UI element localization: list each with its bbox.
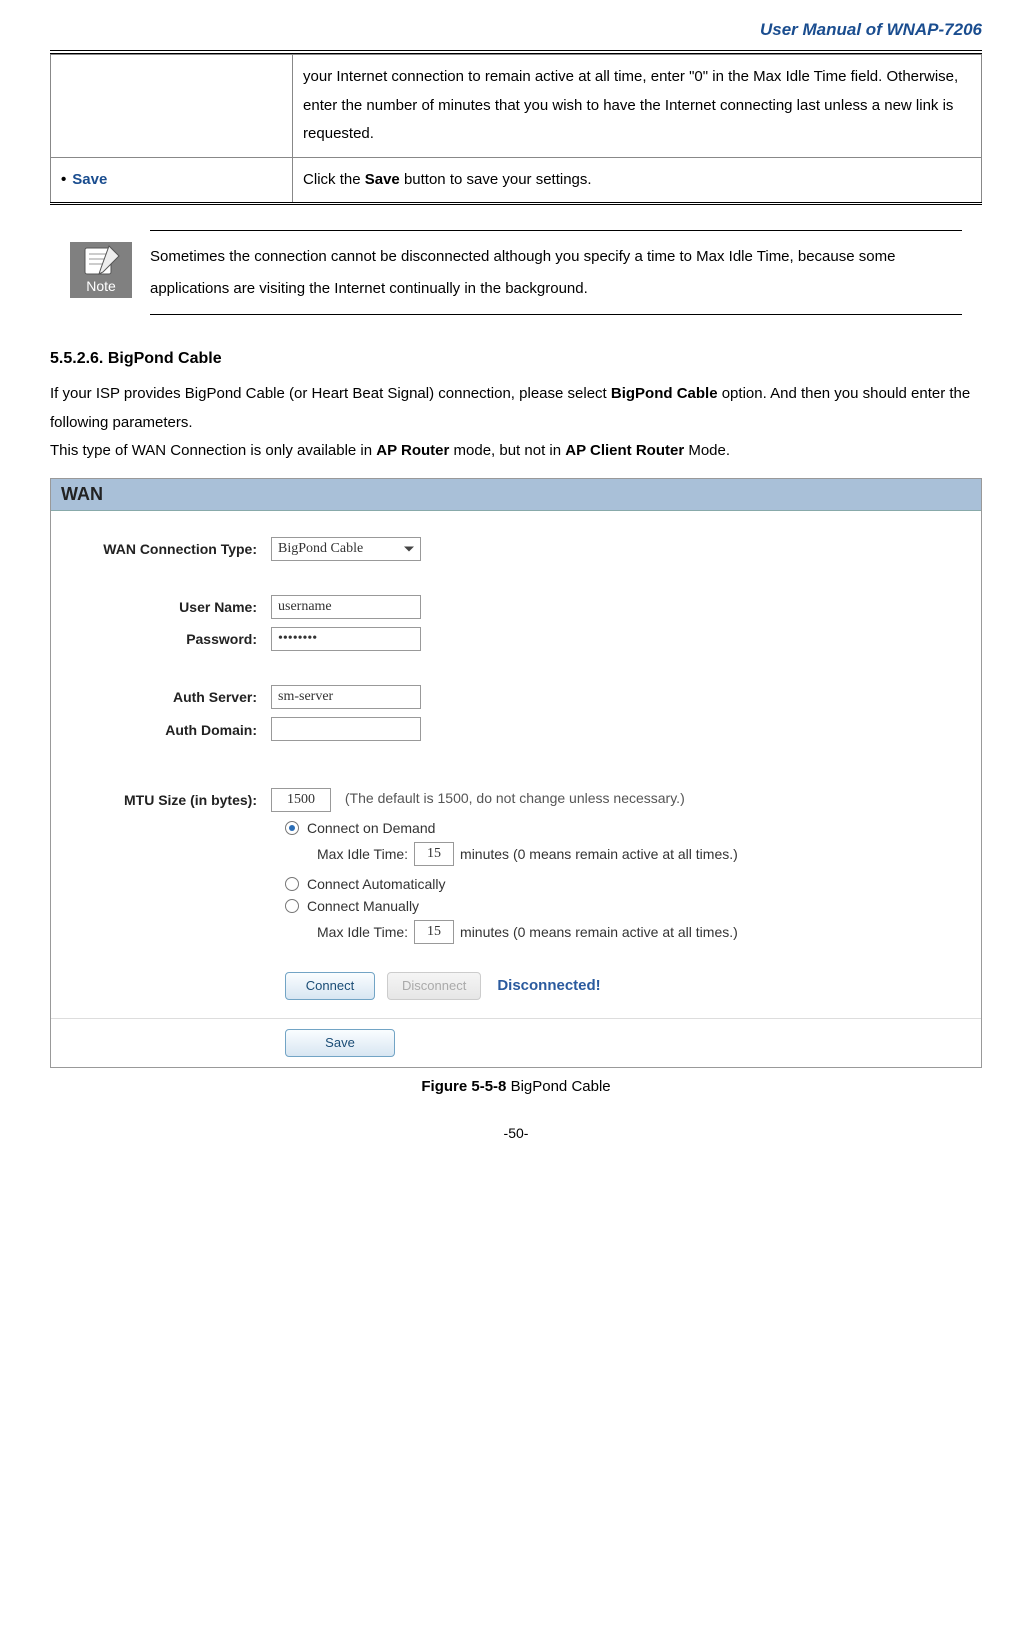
param-save-label: Save bbox=[72, 171, 107, 188]
wan-panel: WAN WAN Connection Type: BigPond Cable U… bbox=[50, 478, 982, 1068]
param-row2-desc: Click the Save button to save your setti… bbox=[293, 157, 982, 204]
conn-type-label: WAN Connection Type: bbox=[71, 541, 271, 557]
connect-button[interactable]: Connect bbox=[285, 972, 375, 1000]
mtu-note: (The default is 1500, do not change unle… bbox=[345, 790, 685, 806]
radio-connect-manual[interactable]: Connect Manually bbox=[285, 898, 961, 914]
radio-icon bbox=[285, 877, 299, 891]
disconnect-button[interactable]: Disconnect bbox=[387, 972, 481, 1000]
section-p1: If your ISP provides BigPond Cable (or H… bbox=[50, 380, 982, 437]
param-row1-desc: your Internet connection to remain activ… bbox=[293, 55, 982, 158]
note-label: Note bbox=[70, 278, 132, 294]
text: This type of WAN Connection is only avai… bbox=[50, 442, 376, 459]
idle-suffix: minutes (0 means remain active at all ti… bbox=[460, 846, 738, 862]
text: Mode. bbox=[684, 442, 730, 459]
password-input[interactable]: •••••••• bbox=[271, 627, 421, 651]
idle-time-row-2: Max Idle Time: 15 minutes (0 means remai… bbox=[317, 920, 961, 944]
section-p2: This type of WAN Connection is only avai… bbox=[50, 437, 982, 466]
figure-caption-text: BigPond Cable bbox=[511, 1078, 611, 1095]
notepad-icon bbox=[79, 242, 123, 278]
radio-label: Connect Manually bbox=[307, 898, 419, 914]
section-number: 5.5.2.6. bbox=[50, 350, 103, 367]
authdomain-label: Auth Domain: bbox=[71, 722, 271, 738]
idle-suffix: minutes (0 means remain active at all ti… bbox=[460, 924, 738, 940]
radio-icon bbox=[285, 899, 299, 913]
text: If your ISP provides BigPond Cable (or H… bbox=[50, 385, 611, 402]
authdomain-input[interactable] bbox=[271, 717, 421, 741]
username-input[interactable]: username bbox=[271, 595, 421, 619]
password-label: Password: bbox=[71, 631, 271, 647]
text: button to save your settings. bbox=[400, 171, 592, 188]
radio-connect-on-demand[interactable]: Connect on Demand bbox=[285, 820, 961, 836]
authserver-input[interactable]: sm-server bbox=[271, 685, 421, 709]
running-header: User Manual of WNAP-7206 bbox=[50, 20, 982, 54]
note-icon: Note bbox=[70, 238, 132, 298]
idle-time-label: Max Idle Time: bbox=[317, 846, 408, 862]
text: Click the bbox=[303, 171, 365, 188]
mtu-input[interactable]: 1500 bbox=[271, 788, 331, 812]
note-block: Note Sometimes the connection cannot be … bbox=[70, 230, 962, 315]
parameter-table: your Internet connection to remain activ… bbox=[50, 54, 982, 205]
param-row2-label: • Save bbox=[51, 157, 293, 204]
conn-type-value: BigPond Cable bbox=[278, 541, 363, 557]
text-bold: Save bbox=[365, 171, 400, 188]
text-bold: AP Router bbox=[376, 442, 449, 459]
authserver-label: Auth Server: bbox=[71, 689, 271, 705]
chevron-down-icon bbox=[404, 546, 414, 551]
figure-label: Figure 5-5-8 bbox=[421, 1078, 506, 1095]
section-heading: 5.5.2.6. BigPond Cable bbox=[50, 350, 982, 368]
idle-time-input-1[interactable]: 15 bbox=[414, 842, 454, 866]
text: mode, but not in bbox=[449, 442, 565, 459]
username-label: User Name: bbox=[71, 599, 271, 615]
radio-icon bbox=[285, 821, 299, 835]
note-text: Sometimes the connection cannot be disco… bbox=[150, 230, 962, 315]
mtu-label: MTU Size (in bytes): bbox=[71, 792, 271, 808]
text-bold: BigPond Cable bbox=[611, 385, 718, 402]
section-title: BigPond Cable bbox=[108, 350, 222, 367]
radio-label: Connect Automatically bbox=[307, 876, 446, 892]
radio-label: Connect on Demand bbox=[307, 820, 435, 836]
idle-time-input-2[interactable]: 15 bbox=[414, 920, 454, 944]
connection-status: Disconnected! bbox=[497, 977, 600, 994]
bullet-icon: • bbox=[61, 171, 66, 188]
save-button[interactable]: Save bbox=[285, 1029, 395, 1057]
radio-connect-auto[interactable]: Connect Automatically bbox=[285, 876, 961, 892]
text-bold: AP Client Router bbox=[565, 442, 684, 459]
idle-time-row-1: Max Idle Time: 15 minutes (0 means remai… bbox=[317, 842, 961, 866]
param-row1-label bbox=[51, 55, 293, 158]
idle-time-label: Max Idle Time: bbox=[317, 924, 408, 940]
figure-caption: Figure 5-5-8 BigPond Cable bbox=[50, 1078, 982, 1095]
page-number: -50- bbox=[50, 1125, 982, 1141]
wan-panel-header: WAN bbox=[51, 479, 981, 511]
conn-type-select[interactable]: BigPond Cable bbox=[271, 537, 421, 561]
